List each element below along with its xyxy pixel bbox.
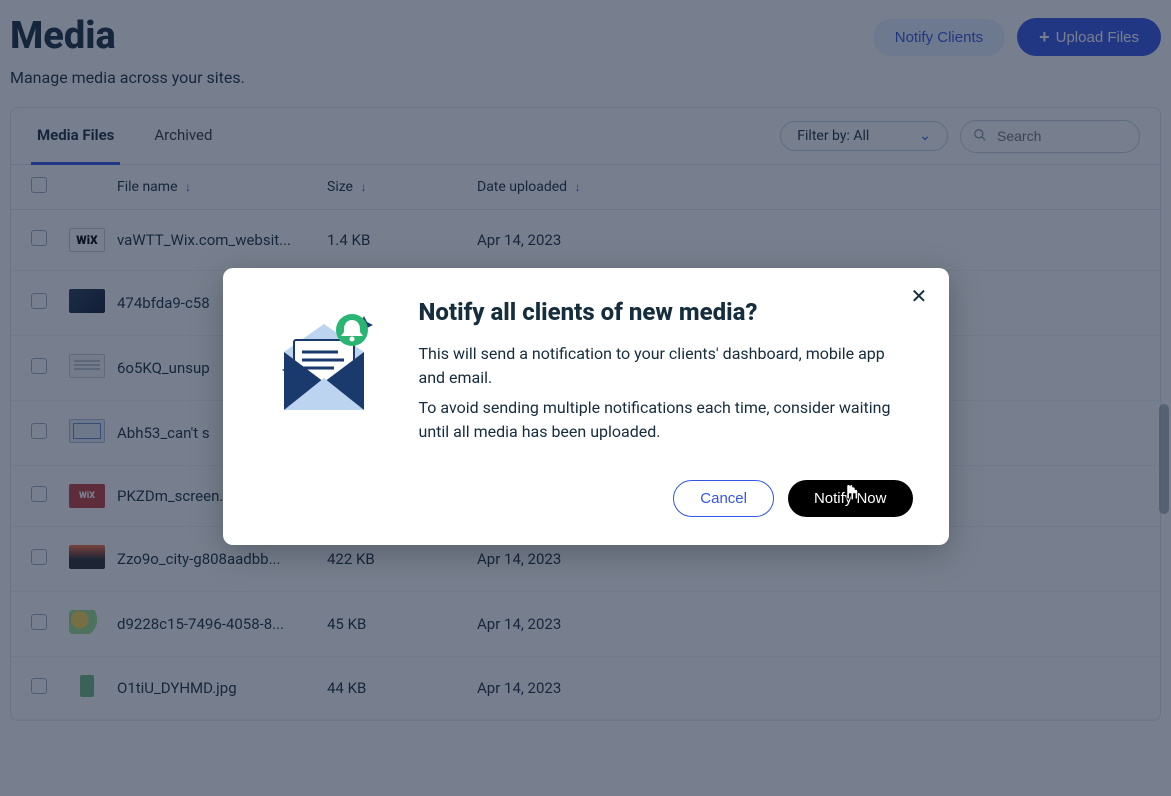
close-button[interactable]: ✕ (905, 282, 933, 310)
modal-title: Notify all clients of new media? (419, 298, 913, 326)
notify-modal: ✕ (223, 268, 949, 545)
modal-paragraph-2: To avoid sending multiple notifications … (419, 396, 913, 444)
modal-overlay: ✕ (0, 0, 1171, 796)
cancel-button[interactable]: Cancel (673, 480, 774, 517)
close-icon: ✕ (911, 286, 928, 308)
envelope-notification-icon (259, 298, 389, 450)
modal-paragraph-1: This will send a notification to your cl… (419, 342, 913, 390)
notify-now-button[interactable]: Notify Now (788, 480, 913, 517)
